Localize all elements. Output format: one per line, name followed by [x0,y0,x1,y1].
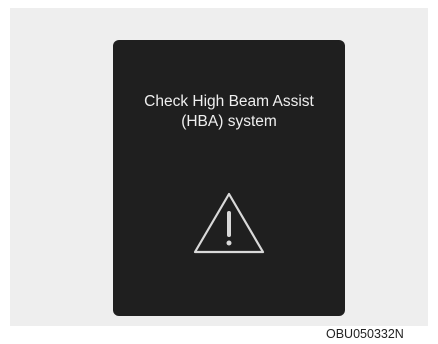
cluster-display: Check High Beam Assist (HBA) system [113,40,345,316]
warning-message: Check High Beam Assist (HBA) system [144,93,314,130]
figure-code: OBU050332N [326,327,404,341]
warning-triangle-icon [193,192,265,254]
